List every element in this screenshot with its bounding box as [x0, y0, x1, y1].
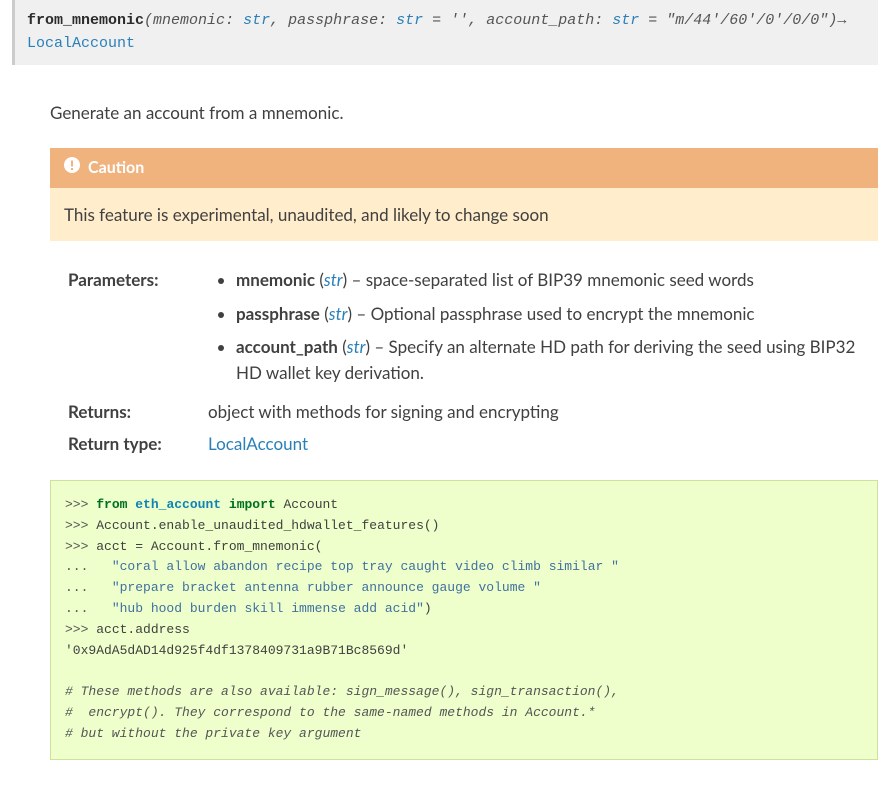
field-list: Parameters: mnemonic (str) – space-separ…: [68, 267, 878, 456]
method-signature: from_mnemonic(mnemonic: str, passphrase:…: [12, 0, 878, 65]
type-link-str[interactable]: str: [612, 12, 639, 29]
return-type-value: LocalAccount: [208, 431, 878, 457]
list-item: account_path (str) – Specify an alternat…: [236, 334, 878, 385]
return-type-label: Return type:: [68, 431, 208, 457]
fn-name: from_mnemonic: [27, 12, 144, 29]
return-type-link[interactable]: LocalAccount: [208, 433, 308, 454]
caution-title: Caution: [88, 156, 144, 180]
caution-admonition: Caution This feature is experimental, un…: [50, 148, 878, 242]
sig-params: (mnemonic: str, passphrase: str = '', ac…: [144, 12, 837, 29]
caution-title-row: Caution: [50, 148, 878, 188]
type-link-str[interactable]: str: [243, 12, 270, 29]
type-link-str[interactable]: str: [324, 269, 343, 290]
param-list: mnemonic (str) – space-separated list of…: [208, 267, 878, 385]
parameters-label: Parameters:: [68, 267, 208, 393]
list-item: passphrase (str) – Optional passphrase u…: [236, 301, 878, 327]
returns-label: Returns:: [68, 399, 208, 425]
return-type-link[interactable]: LocalAccount: [27, 35, 135, 52]
caution-body: This feature is experimental, unaudited,…: [50, 188, 878, 242]
returns-value: object with methods for signing and encr…: [208, 399, 878, 425]
parameters-value: mnemonic (str) – space-separated list of…: [208, 267, 878, 393]
type-link-str[interactable]: str: [347, 336, 366, 357]
type-link-str[interactable]: str: [329, 303, 348, 324]
method-description: Generate an account from a mnemonic.: [50, 100, 878, 126]
warning-icon: [64, 156, 80, 180]
code-example: >>> from eth_account import Account >>> …: [50, 480, 878, 760]
method-body: Generate an account from a mnemonic. Cau…: [12, 65, 878, 760]
list-item: mnemonic (str) – space-separated list of…: [236, 267, 878, 293]
type-link-str[interactable]: str: [396, 12, 423, 29]
